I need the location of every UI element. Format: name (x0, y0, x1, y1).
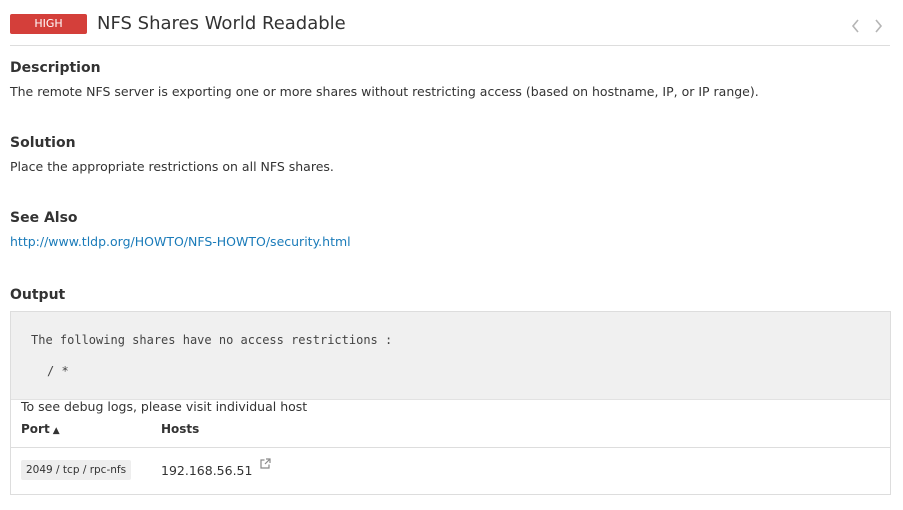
table-header-divider (11, 447, 890, 448)
solution-text: Place the appropriate restrictions on al… (10, 159, 334, 174)
port-column-header[interactable]: Port ▲ (21, 422, 60, 436)
output-line: The following shares have no access rest… (31, 333, 393, 347)
solution-heading: Solution (10, 135, 76, 151)
see-also-link[interactable]: http://www.tldp.org/HOWTO/NFS-HOWTO/secu… (10, 234, 351, 249)
chevron-right-icon (875, 19, 883, 33)
hosts-column-header[interactable]: Hosts (161, 422, 199, 436)
description-text: The remote NFS server is exporting one o… (10, 84, 759, 99)
chevron-left-icon (851, 19, 859, 33)
see-also-heading: See Also (10, 210, 78, 226)
host-ip: 192.168.56.51 (161, 463, 253, 478)
previous-plugin-button[interactable] (848, 16, 864, 36)
port-badge: 2049 / tcp / rpc-nfs (21, 460, 132, 480)
see-also-section: http://www.tldp.org/HOWTO/NFS-HOWTO/secu… (10, 234, 351, 249)
output-panel: The following shares have no access rest… (10, 311, 891, 495)
port-column-label: Port (21, 422, 50, 436)
debug-logs-note: To see debug logs, please visit individu… (21, 399, 308, 414)
external-link-icon[interactable] (260, 458, 271, 469)
output-heading: Output (10, 287, 66, 303)
sort-ascending-icon: ▲ (52, 426, 60, 436)
plugin-output-block: The following shares have no access rest… (11, 312, 890, 400)
plugin-title: NFS Shares World Readable (97, 13, 346, 34)
severity-badge: HIGH (10, 14, 87, 34)
output-line: / * (47, 364, 69, 378)
description-heading: Description (10, 60, 101, 76)
plugin-header: HIGH NFS Shares World Readable (10, 0, 890, 46)
next-plugin-button[interactable] (870, 16, 886, 36)
plugin-detail-page: HIGH NFS Shares World Readable Descripti… (0, 0, 903, 510)
